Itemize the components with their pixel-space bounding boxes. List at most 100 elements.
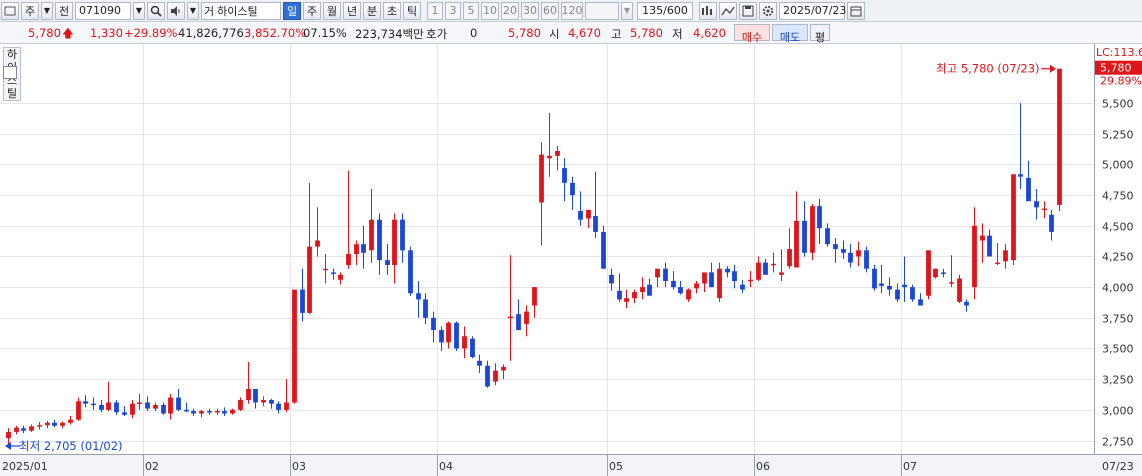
- candle-body: [83, 401, 88, 404]
- sound-dropdown-button[interactable]: ▼: [187, 1, 199, 20]
- interval-10-button[interactable]: 10: [481, 1, 499, 20]
- tab-period-tick[interactable]: 틱: [403, 1, 421, 20]
- candle-body: [307, 246, 312, 313]
- tab-period-month[interactable]: 월: [323, 1, 341, 20]
- tab-period-week[interactable]: 주: [303, 1, 321, 20]
- candle-body: [416, 293, 421, 300]
- date-input[interactable]: 2025/07/23: [779, 1, 846, 20]
- candle-body: [361, 244, 366, 253]
- candle-body: [1011, 174, 1016, 261]
- hoga-price: 5,780: [508, 26, 541, 40]
- turnover-rate: 07.15%: [303, 26, 347, 40]
- calendar-icon: [850, 6, 862, 16]
- market-selector[interactable]: 전: [55, 1, 73, 20]
- candle-body: [1057, 68, 1062, 205]
- sound-button[interactable]: [167, 1, 185, 20]
- x-tick-label: 05: [609, 460, 623, 473]
- interval-120-button[interactable]: 120: [561, 1, 583, 20]
- y-tick-label: 4,750: [1102, 190, 1134, 203]
- candle-body: [825, 228, 830, 245]
- period-selector[interactable]: 주: [21, 1, 39, 20]
- candle-body: [14, 427, 19, 432]
- stock-code-dropdown-button[interactable]: ▼: [133, 1, 145, 20]
- interval-3-button[interactable]: 3: [445, 1, 461, 20]
- candle-body: [114, 402, 119, 413]
- candle-body: [964, 301, 969, 306]
- candle-body: [972, 225, 977, 288]
- candle-body: [392, 219, 397, 266]
- y-tick-label: 3,000: [1102, 405, 1134, 418]
- candle-body: [980, 235, 985, 241]
- candle-body: [1034, 201, 1039, 208]
- y-tick-label: 3,250: [1102, 374, 1134, 387]
- interval-5-button[interactable]: 5: [463, 1, 479, 20]
- candle-body: [191, 411, 196, 414]
- candle-body: [933, 268, 938, 278]
- chevron-down-icon: ▼: [623, 6, 631, 15]
- interval-20-button[interactable]: 20: [501, 1, 519, 20]
- volume-pct: 3,852.70%: [244, 26, 307, 40]
- low-price: 4,620: [693, 26, 726, 40]
- interval-dropdown-button[interactable]: ▼: [621, 1, 633, 20]
- candle-body: [508, 316, 513, 319]
- candle-body: [663, 268, 668, 281]
- chart-type-toggle-button[interactable]: [1, 1, 19, 20]
- candle-body: [462, 336, 467, 349]
- candle-body: [926, 250, 931, 296]
- candle-body: [338, 274, 343, 280]
- candle-body: [802, 220, 807, 253]
- tab-period-minute[interactable]: 분: [363, 1, 381, 20]
- interval-30-button[interactable]: 30: [521, 1, 539, 20]
- calendar-button[interactable]: [847, 1, 865, 20]
- candle-body: [532, 287, 537, 306]
- candle-body: [671, 280, 676, 288]
- candle-body: [21, 428, 26, 431]
- y-tick-label: 4,000: [1102, 282, 1134, 295]
- save-button[interactable]: [739, 1, 757, 20]
- search-button[interactable]: [147, 1, 165, 20]
- data-count-field[interactable]: 135/600: [637, 1, 693, 20]
- candle-body: [547, 155, 552, 159]
- candle-body: [640, 287, 645, 293]
- tab-period-second[interactable]: 초: [383, 1, 401, 20]
- sell-button[interactable]: 매도: [772, 24, 808, 44]
- min-annotation: 최저 2,705 (01/02): [19, 439, 123, 453]
- tab-period-day[interactable]: 일: [283, 1, 301, 20]
- candle-body: [995, 262, 1000, 265]
- y-tick-label: 5,250: [1102, 129, 1134, 142]
- interval-1-button[interactable]: 1: [427, 1, 443, 20]
- candle-body: [678, 287, 683, 294]
- candle-body: [848, 252, 853, 263]
- draw-tool-button[interactable]: [719, 1, 737, 20]
- candle-body: [292, 289, 297, 403]
- candle-body: [787, 249, 792, 267]
- candle-body: [902, 284, 907, 288]
- candle-body: [331, 272, 336, 274]
- price-change-pct: +29.89%: [124, 26, 178, 40]
- candle-body: [439, 330, 444, 343]
- save-icon: [742, 5, 754, 16]
- candle-body: [655, 268, 660, 278]
- tab-period-year[interactable]: 년: [343, 1, 361, 20]
- average-button[interactable]: 평: [810, 24, 830, 44]
- interval-60-button[interactable]: 60: [541, 1, 559, 20]
- candle-body: [501, 366, 506, 371]
- stock-code-input[interactable]: 071090: [75, 1, 131, 20]
- x-tick-label: 06: [756, 460, 770, 473]
- stock-name-field[interactable]: 거 하이스틸: [201, 1, 281, 20]
- candle-body: [771, 263, 776, 266]
- cross-lines-button[interactable]: [699, 1, 717, 20]
- candle-body: [6, 431, 11, 439]
- settings-button[interactable]: [759, 1, 777, 20]
- interval-custom-input[interactable]: [585, 1, 619, 20]
- candle-body: [222, 411, 227, 414]
- candle-body: [161, 404, 166, 414]
- volume: 41,826,776: [178, 26, 244, 40]
- period-dropdown-button[interactable]: ▼: [41, 1, 53, 20]
- buy-button[interactable]: 매수: [734, 24, 770, 44]
- price-chart[interactable]: 2,750 3,000 3,250 3,500 3,750 4,000 4,250 4,500…: [0, 44, 1142, 476]
- quote-bar: 5,780 🡅 1,330 +29.89% 41,826,776 3,852.7…: [0, 22, 1142, 44]
- y-tick-label: 4,250: [1102, 251, 1134, 264]
- data-table-icon[interactable]: [3, 66, 17, 79]
- candle-body: [841, 249, 846, 253]
